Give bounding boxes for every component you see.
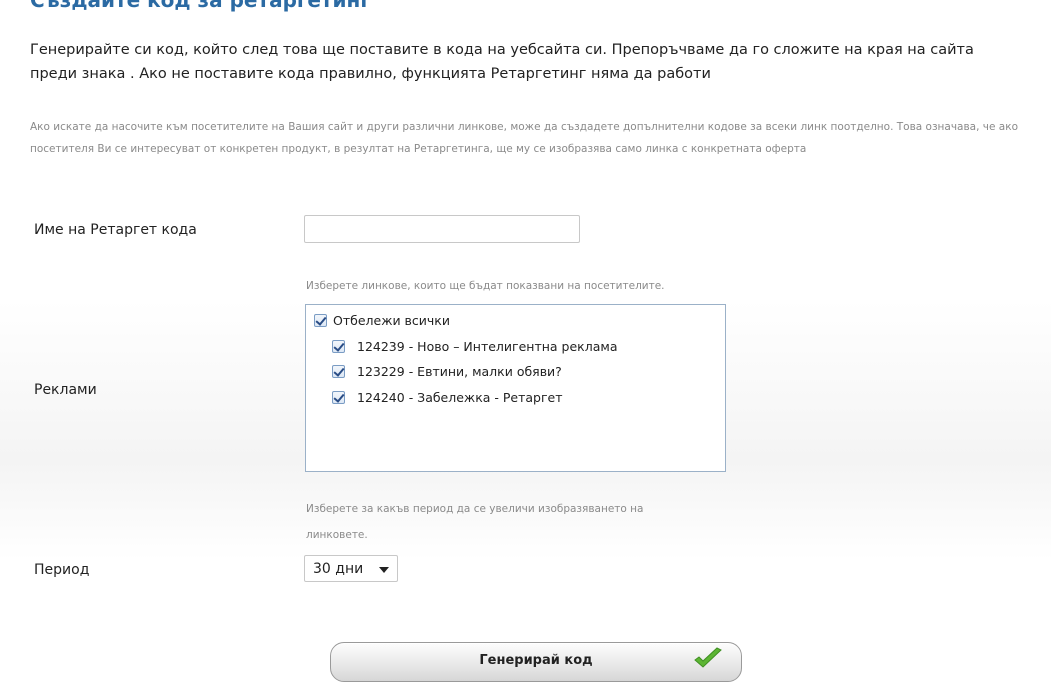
check-icon (694, 647, 722, 668)
ad-checkbox[interactable] (332, 391, 345, 404)
period-select[interactable]: 30 дни (304, 555, 398, 582)
ad-item-124239[interactable]: 124239 - Ново – Интелигентна реклама (332, 339, 617, 354)
ad-label: 123229 - Евтини, малки обяви? (357, 364, 562, 379)
ad-item-124240[interactable]: 124240 - Забележка - Ретаргет (332, 390, 563, 405)
retarget-name-label: Име на Ретаргет кода (34, 222, 197, 238)
generate-code-label: Генерирай код (479, 652, 593, 668)
ads-list: Отбележи всички 124239 - Ново – Интелиге… (305, 304, 726, 472)
ad-item-123229[interactable]: 123229 - Евтини, малки обяви? (332, 364, 562, 379)
ad-checkbox[interactable] (332, 365, 345, 378)
period-label: Период (34, 562, 90, 578)
retarget-code-page: Създайте код за ретаргетинг Генерирайте … (0, 0, 1051, 682)
period-hint-line1: Изберете за какъв период да се увеличи и… (306, 503, 644, 515)
ad-label: 124240 - Забележка - Ретаргет (357, 390, 563, 405)
select-all-checkbox[interactable] (314, 314, 327, 327)
select-all-row[interactable]: Отбележи всички (314, 313, 450, 328)
info-text: Ако искате да насочите към посетителите … (30, 121, 1018, 155)
intro-text: Генерирайте си код, който след това ще п… (30, 42, 974, 82)
period-selected-value: 30 дни (313, 560, 364, 577)
retarget-name-input[interactable] (304, 215, 580, 243)
page-title: Създайте код за ретаргетинг (30, 0, 371, 12)
ads-label: Реклами (34, 382, 97, 398)
ads-hint: Изберете линкове, които ще бъдат показва… (306, 280, 665, 292)
chevron-down-icon (379, 567, 389, 573)
ad-label: 124239 - Ново – Интелигентна реклама (357, 339, 618, 354)
period-hint-line2: линковете. (306, 529, 368, 541)
select-all-label: Отбележи всички (333, 313, 450, 328)
generate-code-button[interactable]: Генерирай код (330, 642, 742, 682)
ad-checkbox[interactable] (332, 340, 345, 353)
